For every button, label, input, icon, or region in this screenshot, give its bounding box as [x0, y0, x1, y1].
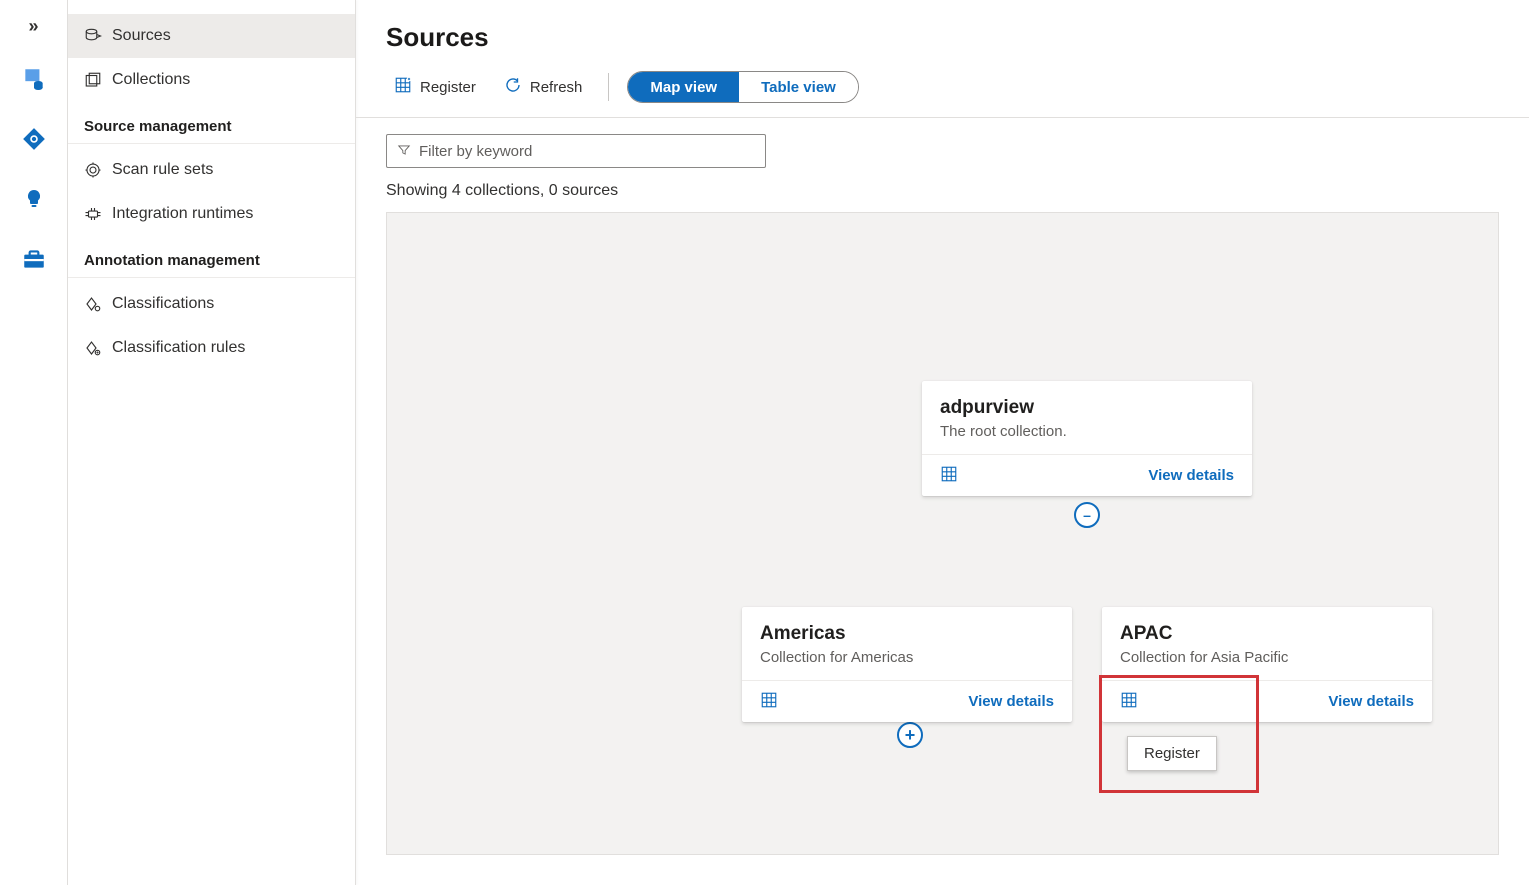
nav-integration-runtimes[interactable]: Integration runtimes: [68, 192, 355, 236]
toolbar: Register Refresh Map view Table view: [356, 67, 1529, 118]
minus-icon: –: [1083, 508, 1091, 522]
classification-rules-icon: [84, 339, 112, 357]
nav-integration-runtimes-label: Integration runtimes: [112, 205, 253, 223]
nav-collections[interactable]: Collections: [68, 58, 355, 102]
nav-classifications-label: Classifications: [112, 295, 214, 313]
data-map-icon: [21, 126, 47, 155]
section-source-management: Source management: [68, 102, 355, 144]
table-view-tab[interactable]: Table view: [739, 72, 858, 102]
lightbulb-icon: [22, 187, 46, 214]
icon-rail: »: [0, 0, 68, 885]
view-toggle: Map view Table view: [627, 71, 858, 103]
side-panel: Sources Collections Source management Sc…: [68, 0, 356, 885]
card-register-icon[interactable]: [940, 465, 958, 486]
connector-lines: [387, 213, 687, 363]
nav-scan-rule-sets-label: Scan rule sets: [112, 161, 213, 179]
view-details-link[interactable]: View details: [1328, 693, 1414, 710]
card-subtitle: Collection for Asia Pacific: [1120, 649, 1414, 666]
card-subtitle: Collection for Americas: [760, 649, 1054, 666]
collapse-root-node[interactable]: –: [1074, 502, 1100, 528]
card-title: adpurview: [940, 397, 1234, 419]
register-grid-icon: [394, 76, 412, 98]
nav-sources-label: Sources: [112, 27, 171, 45]
nav-scan-rule-sets[interactable]: Scan rule sets: [68, 148, 355, 192]
nav-classifications[interactable]: Classifications: [68, 282, 355, 326]
nav-classification-rules-label: Classification rules: [112, 339, 245, 357]
expand-americas-node[interactable]: +: [897, 722, 923, 748]
toolbox-icon: [21, 246, 47, 275]
register-tooltip: Register: [1127, 736, 1217, 771]
collection-card-apac[interactable]: APAC Collection for Asia Pacific View de…: [1102, 607, 1432, 722]
register-button-label: Register: [420, 79, 476, 96]
table-view-label: Table view: [761, 79, 836, 96]
plus-icon: +: [905, 726, 916, 744]
rail-management-button[interactable]: [10, 236, 58, 284]
collection-card-root[interactable]: adpurview The root collection. View deta…: [922, 381, 1252, 496]
nav-sources[interactable]: Sources: [68, 14, 355, 58]
tooltip-text: Register: [1144, 745, 1200, 762]
rail-insights-button[interactable]: [10, 176, 58, 224]
rail-data-sources-button[interactable]: [10, 56, 58, 104]
section-annotation-management: Annotation management: [68, 236, 355, 278]
nav-classification-rules[interactable]: Classification rules: [68, 326, 355, 370]
refresh-button-label: Refresh: [530, 79, 583, 96]
integration-runtimes-icon: [84, 205, 112, 223]
collections-icon: [84, 71, 112, 89]
card-title: Americas: [760, 623, 1054, 645]
expand-rail-button[interactable]: »: [10, 10, 58, 42]
map-canvas[interactable]: – + adpurview The root collection. View …: [386, 212, 1499, 855]
toolbar-separator: [608, 73, 609, 101]
filter-row: [356, 118, 1529, 168]
classifications-icon: [84, 295, 112, 313]
view-details-link[interactable]: View details: [968, 693, 1054, 710]
nav-collections-label: Collections: [112, 71, 190, 89]
page-title: Sources: [356, 0, 1529, 67]
scan-rules-icon: [84, 161, 112, 179]
card-subtitle: The root collection.: [940, 423, 1234, 440]
card-register-icon[interactable]: [760, 691, 778, 712]
view-details-link[interactable]: View details: [1148, 467, 1234, 484]
chevron-right-icon: »: [28, 16, 38, 37]
data-sources-icon: [21, 66, 47, 95]
refresh-button[interactable]: Refresh: [496, 72, 591, 102]
card-title: APAC: [1120, 623, 1414, 645]
filter-input-wrapper[interactable]: [386, 134, 766, 168]
status-text: Showing 4 collections, 0 sources: [356, 168, 1529, 206]
sources-icon: [84, 27, 112, 45]
filter-input[interactable]: [419, 143, 755, 160]
rail-data-map-button[interactable]: [10, 116, 58, 164]
filter-funnel-icon: [397, 143, 411, 160]
refresh-icon: [504, 76, 522, 98]
map-view-label: Map view: [650, 79, 717, 96]
register-button[interactable]: Register: [386, 72, 484, 102]
map-view-tab[interactable]: Map view: [628, 72, 739, 102]
card-register-icon[interactable]: [1120, 691, 1138, 712]
main-content: Sources Register Refresh Map view Table …: [356, 0, 1529, 885]
collection-card-americas[interactable]: Americas Collection for Americas View de…: [742, 607, 1072, 722]
